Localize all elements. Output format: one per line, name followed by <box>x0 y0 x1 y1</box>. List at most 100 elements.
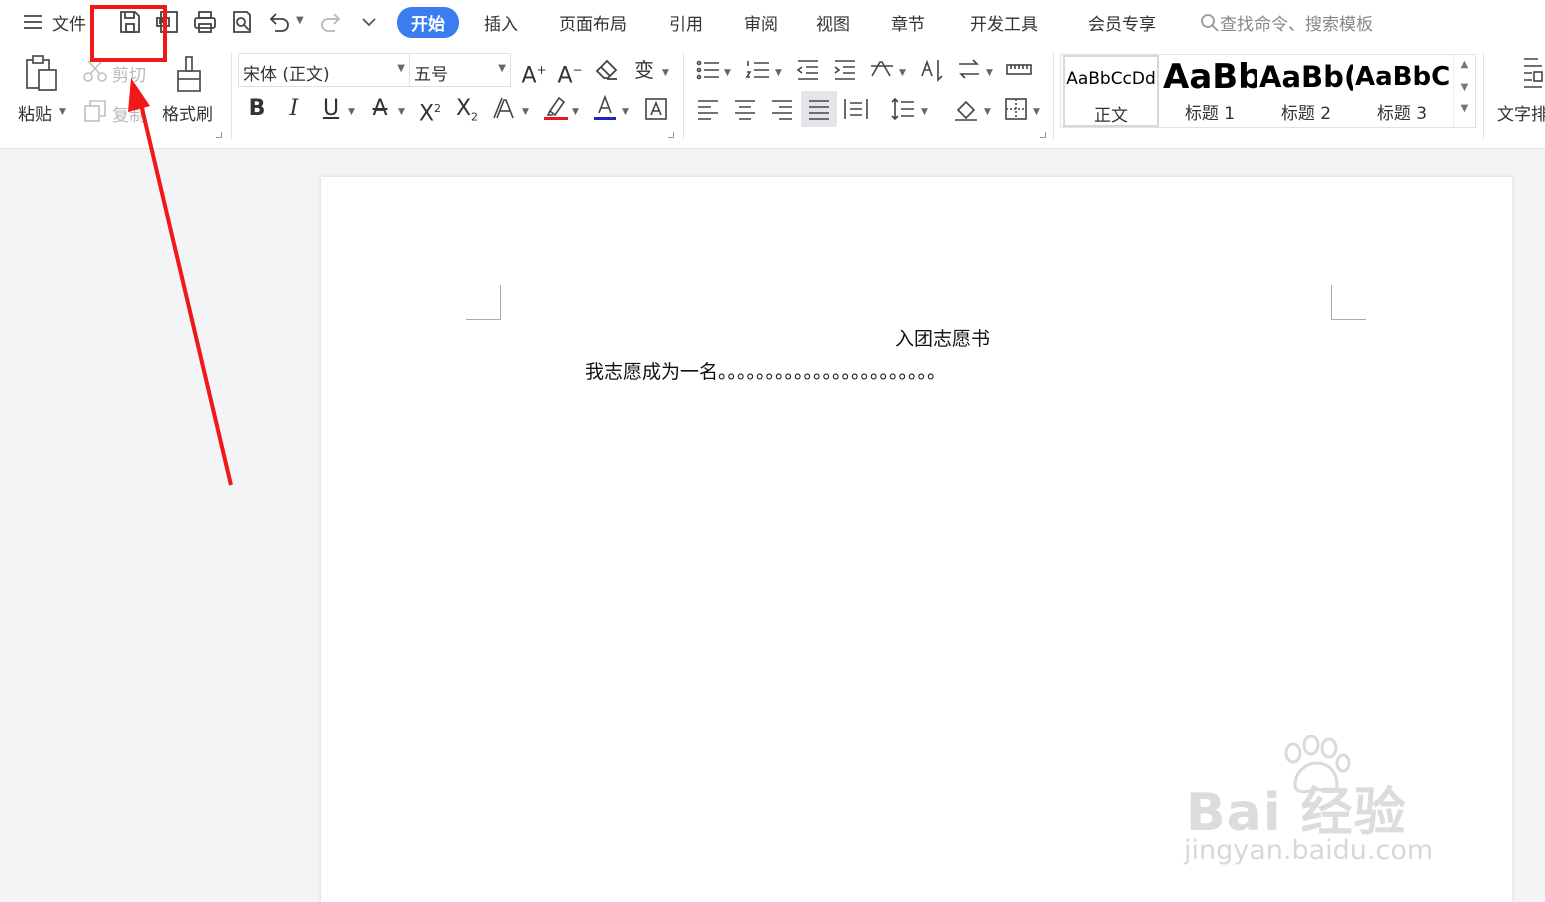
redo-icon[interactable] <box>318 9 344 35</box>
chinese-layout-dropdown-icon[interactable]: ▼ <box>899 68 906 78</box>
bullet-dropdown-icon[interactable]: ▼ <box>724 68 731 78</box>
style-heading-3[interactable]: AaBbC 标题 3 <box>1355 55 1449 127</box>
tab-section[interactable]: 章节 <box>891 10 925 35</box>
styles-gallery: AaBbCcDd 正文 AaBb 标题 1 AaBb( 标题 2 AaBbC 标… <box>1060 54 1476 128</box>
align-left-icon[interactable] <box>694 95 722 123</box>
align-right-icon[interactable] <box>768 95 796 123</box>
underline-icon[interactable]: U <box>317 95 345 123</box>
paste-icon[interactable] <box>24 54 60 94</box>
styles-scrollbar[interactable]: ▲ ▼ ▼ <box>1453 55 1475 127</box>
paragraph-dialog-launcher[interactable] <box>1040 132 1046 138</box>
crop-mark-right <box>1331 285 1366 320</box>
italic-icon[interactable]: I <box>280 95 308 123</box>
text-effect-icon[interactable] <box>491 95 519 123</box>
phonetic-guide-icon[interactable]: 变 <box>630 56 658 84</box>
chinese-layout-icon[interactable] <box>868 56 896 84</box>
font-name-select[interactable]: 宋体 (正文) ▼ <box>238 53 410 87</box>
line-spacing-icon[interactable] <box>889 95 917 123</box>
text-layout-icon[interactable] <box>1520 56 1545 90</box>
clear-format-icon[interactable] <box>593 56 621 84</box>
highlight-dropdown-icon[interactable]: ▼ <box>572 107 579 117</box>
superscript-icon[interactable]: X2 <box>416 95 444 126</box>
text-layout-button[interactable]: 文字排 <box>1497 100 1545 125</box>
clipboard-dialog-launcher[interactable] <box>216 132 222 138</box>
style-normal[interactable]: AaBbCcDd 正文 <box>1063 55 1159 127</box>
tab-home[interactable]: 开始 <box>397 7 459 38</box>
style-heading-2[interactable]: AaBb( 标题 2 <box>1259 55 1353 127</box>
line-spacing-dropdown-icon[interactable]: ▼ <box>921 107 928 117</box>
tab-page-layout[interactable]: 页面布局 <box>559 10 627 35</box>
increase-indent-icon[interactable] <box>831 56 859 84</box>
file-menu[interactable]: 文件 <box>52 10 86 35</box>
highlight-icon[interactable] <box>542 93 570 121</box>
paste-button[interactable]: 粘贴 <box>18 100 52 125</box>
font-color-icon[interactable] <box>591 93 619 121</box>
divider <box>1483 52 1484 140</box>
chevron-down-icon: ▼ <box>397 63 405 74</box>
shrink-font-icon[interactable]: A− <box>556 56 584 88</box>
hamburger-menu-icon[interactable] <box>20 9 46 35</box>
numbering-dropdown-icon[interactable]: ▼ <box>775 68 782 78</box>
phonetic-dropdown-icon[interactable]: ▼ <box>662 68 669 78</box>
print-preview-icon[interactable] <box>229 9 255 35</box>
strikethrough-icon[interactable]: A <box>366 95 394 123</box>
copy-button[interactable]: 复制 <box>112 101 146 126</box>
document-paragraph[interactable]: 我志愿成为一名。。。。。。。。。。。。。。。。。。。。。。。 <box>585 357 946 384</box>
format-painter-button[interactable]: 格式刷 <box>162 100 213 125</box>
undo-dropdown-icon[interactable]: ▼ <box>296 15 304 26</box>
divider <box>683 52 684 140</box>
align-center-icon[interactable] <box>731 95 759 123</box>
scroll-down-icon[interactable]: ▼ <box>1454 82 1475 93</box>
text-effect-dropdown-icon[interactable]: ▼ <box>522 107 529 117</box>
subscript-icon[interactable]: X2 <box>453 95 481 123</box>
distributed-align-icon[interactable] <box>842 95 870 123</box>
tab-review[interactable]: 审阅 <box>744 10 778 35</box>
copy-icon[interactable] <box>82 98 108 124</box>
menu-bar: 文件 ▼ 开始 插入 页面布局 引用 审阅 视图 章节 开发工具 会员专享 查找… <box>0 0 1545 46</box>
watermark: Bai 经验 jingyan.baidu.com <box>1180 735 1470 880</box>
tab-developer[interactable]: 开发工具 <box>970 10 1038 35</box>
expand-gallery-icon[interactable]: ▼ <box>1454 103 1475 114</box>
character-border-icon[interactable] <box>642 95 670 123</box>
bullet-list-icon[interactable] <box>694 56 722 84</box>
print-icon[interactable] <box>192 9 218 35</box>
decrease-indent-icon[interactable] <box>794 56 822 84</box>
underline-dropdown-icon[interactable]: ▼ <box>348 107 355 117</box>
ribbon: 粘贴 ▼ 剪切 复制 格式刷 宋体 (正文) ▼ 五号 ▼ A+ A− 变 ▼ B … <box>0 46 1545 149</box>
sort-icon[interactable] <box>918 56 946 84</box>
bold-icon[interactable]: B <box>243 95 271 123</box>
show-hide-marks-icon[interactable] <box>955 56 983 84</box>
style-heading-1[interactable]: AaBb 标题 1 <box>1163 55 1257 127</box>
font-size-value: 五号 <box>414 65 448 85</box>
undo-icon[interactable] <box>266 9 292 35</box>
ruler-icon[interactable] <box>1005 56 1033 84</box>
shading-dropdown-icon[interactable]: ▼ <box>984 107 991 117</box>
justify-icon[interactable] <box>801 91 837 127</box>
divider <box>231 52 232 140</box>
scroll-up-icon[interactable]: ▲ <box>1454 59 1475 70</box>
grow-font-icon[interactable]: A+ <box>520 56 548 88</box>
document-title[interactable]: 入团志愿书 <box>321 324 1512 351</box>
style-name: 正文 <box>1094 106 1128 126</box>
borders-icon[interactable] <box>1002 95 1030 123</box>
font-color-dropdown-icon[interactable]: ▼ <box>622 107 629 117</box>
numbered-list-icon[interactable] <box>744 56 772 84</box>
tab-insert[interactable]: 插入 <box>484 10 518 35</box>
watermark-url: jingyan.baidu.com <box>1184 835 1434 866</box>
paste-dropdown-icon[interactable]: ▼ <box>59 107 66 117</box>
customize-icon[interactable] <box>356 9 382 35</box>
shading-icon[interactable] <box>952 95 980 123</box>
borders-dropdown-icon[interactable]: ▼ <box>1033 107 1040 117</box>
style-name: 标题 2 <box>1280 104 1332 124</box>
tab-member[interactable]: 会员专享 <box>1088 10 1156 35</box>
font-dialog-launcher[interactable] <box>668 132 674 138</box>
tab-references[interactable]: 引用 <box>669 10 703 35</box>
format-painter-icon[interactable] <box>173 54 207 94</box>
tab-view[interactable]: 视图 <box>816 10 850 35</box>
divider <box>1053 52 1054 140</box>
command-search[interactable]: 查找命令、搜索模板 <box>1200 10 1373 35</box>
font-size-select[interactable]: 五号 ▼ <box>409 53 511 87</box>
marks-dropdown-icon[interactable]: ▼ <box>986 68 993 78</box>
strikethrough-dropdown-icon[interactable]: ▼ <box>398 107 405 117</box>
cut-button[interactable]: 剪切 <box>112 61 146 86</box>
